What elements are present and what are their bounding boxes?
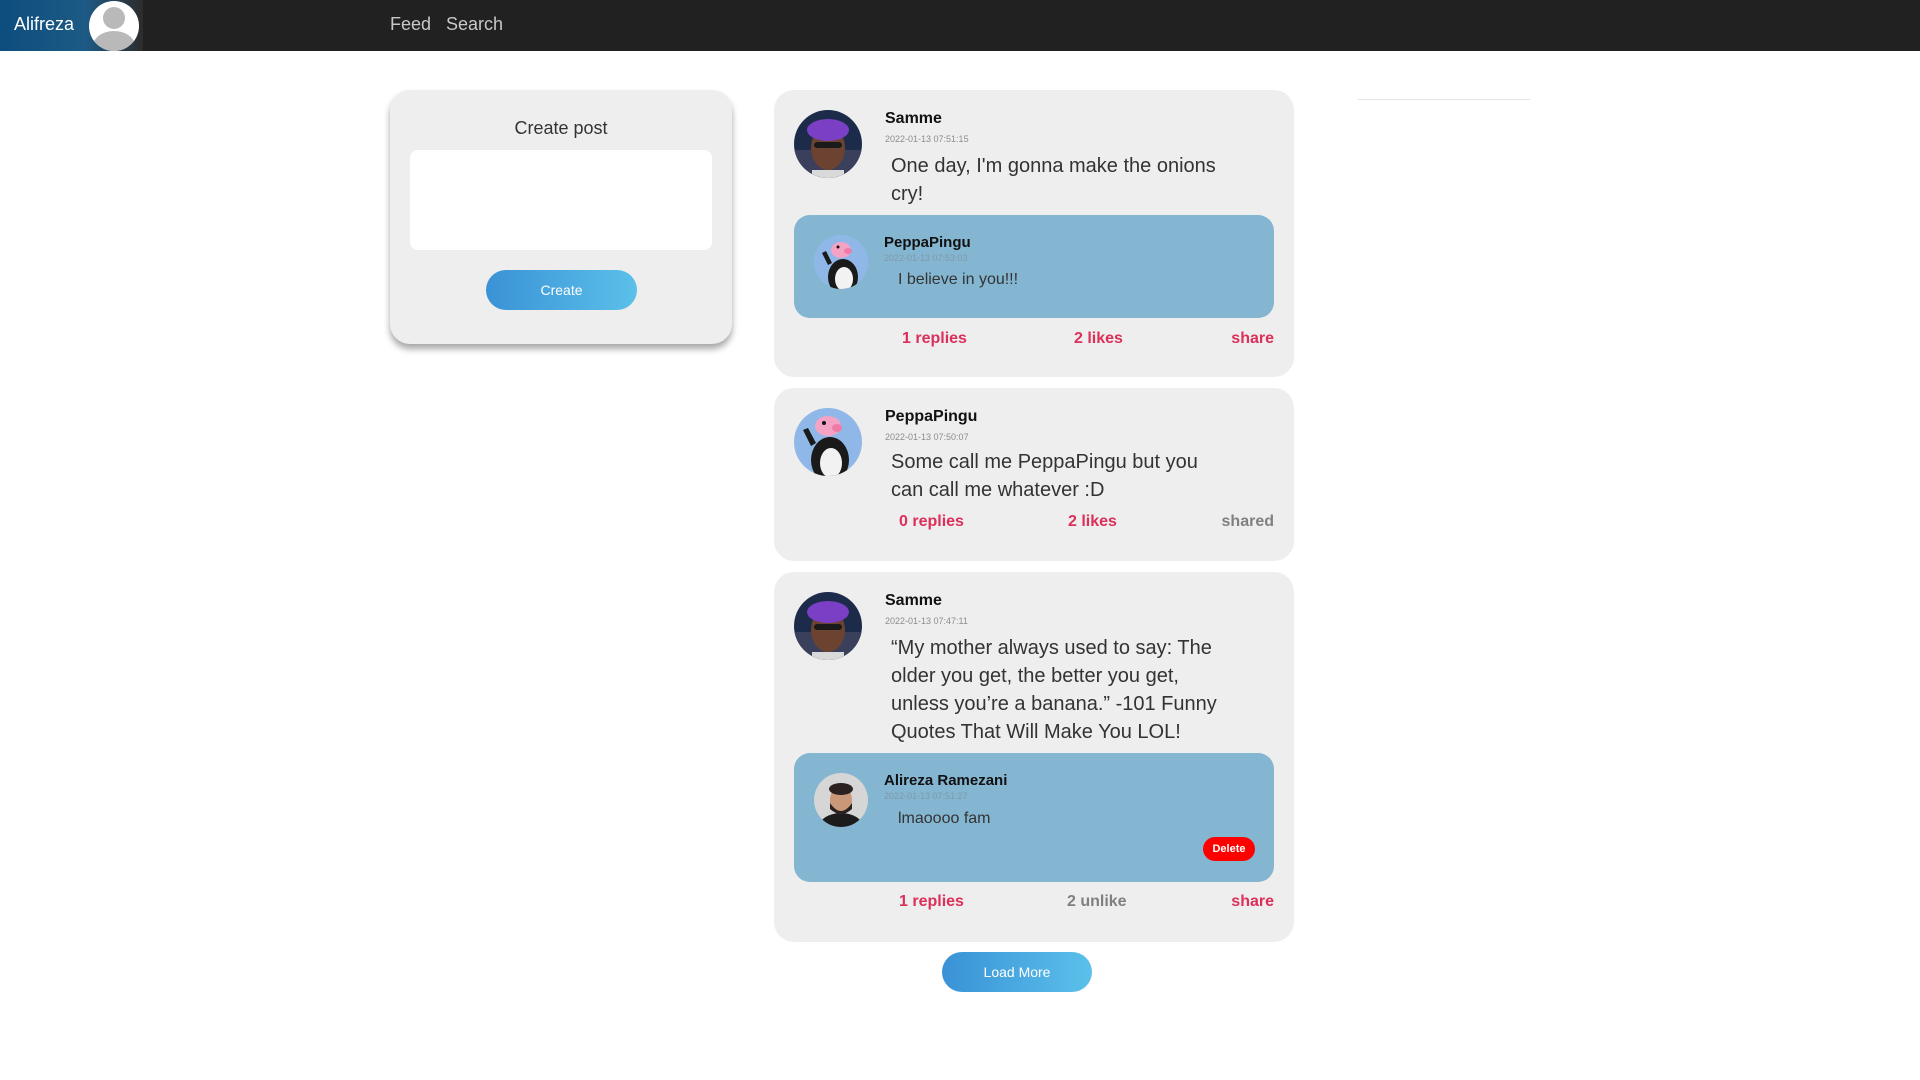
reply-card: PeppaPingu 2022-01-13 07:53:03 I believe… <box>794 215 1274 318</box>
peppapingu-avatar[interactable] <box>814 235 868 289</box>
reply-author[interactable]: PeppaPingu <box>884 234 971 251</box>
post-card: Samme 2022-01-13 07:47:11 “My mother alw… <box>774 572 1294 942</box>
create-post-input[interactable] <box>410 150 712 250</box>
reply-author[interactable]: Alireza Ramezani <box>884 772 1007 789</box>
share-button[interactable]: share <box>1231 893 1274 911</box>
post-text: One day, I'm gonna make the onions cry! <box>891 155 1216 205</box>
post-author[interactable]: Samme <box>885 592 942 610</box>
create-post-title: Create post <box>514 118 608 138</box>
shared-label: shared <box>1221 513 1274 530</box>
top-navbar: Alifreza Feed Search <box>0 0 1920 51</box>
alireza-avatar[interactable] <box>814 773 868 827</box>
replies-button[interactable]: 0 replies <box>899 513 964 531</box>
right-sidebar-divider <box>1358 99 1530 100</box>
samme-avatar[interactable] <box>794 110 862 178</box>
nav-link-search[interactable]: Search <box>446 14 503 35</box>
likes-button[interactable]: 2 likes <box>1074 330 1123 348</box>
brand[interactable]: Alifreza <box>0 0 143 51</box>
reply-text: lmaoooo fam <box>898 810 991 827</box>
share-button[interactable]: share <box>1231 330 1274 348</box>
post-card: PeppaPingu 2022-01-13 07:50:07 Some call… <box>774 388 1294 561</box>
replies-button[interactable]: 1 replies <box>899 893 964 911</box>
reply-card: Alireza Ramezani 2022-01-13 07:51:27 lma… <box>794 753 1274 882</box>
create-post-card: Create post Create <box>390 90 732 344</box>
load-more-button[interactable]: Load More <box>942 952 1092 992</box>
replies-button[interactable]: 1 replies <box>902 330 967 348</box>
peppapingu-avatar[interactable] <box>794 408 862 476</box>
delete-reply-button[interactable]: Delete <box>1203 837 1255 861</box>
post-text: Some call me PeppaPingu but you can call… <box>891 451 1198 501</box>
post-text: “My mother always used to say: The older… <box>891 637 1217 743</box>
reply-text: I believe in you!!! <box>898 271 1019 288</box>
samme-avatar[interactable] <box>794 592 862 660</box>
post-author[interactable]: Samme <box>885 110 942 128</box>
brand-name[interactable]: Alifreza <box>14 14 74 35</box>
post-timestamp: 2022-01-13 07:50:07 <box>885 432 969 442</box>
post-card: Samme 2022-01-13 07:51:15 One day, I'm g… <box>774 90 1294 377</box>
unlike-button[interactable]: 2 unlike <box>1067 893 1127 911</box>
reply-timestamp: 2022-01-13 07:53:03 <box>884 253 968 263</box>
create-post-button[interactable]: Create <box>486 270 637 310</box>
post-timestamp: 2022-01-13 07:47:11 <box>885 616 968 626</box>
post-author[interactable]: PeppaPingu <box>885 408 977 426</box>
likes-button[interactable]: 2 likes <box>1068 513 1117 531</box>
user-avatar-icon[interactable] <box>89 1 139 51</box>
reply-timestamp: 2022-01-13 07:51:27 <box>884 791 968 801</box>
nav-link-feed[interactable]: Feed <box>390 14 431 35</box>
post-timestamp: 2022-01-13 07:51:15 <box>885 134 969 144</box>
